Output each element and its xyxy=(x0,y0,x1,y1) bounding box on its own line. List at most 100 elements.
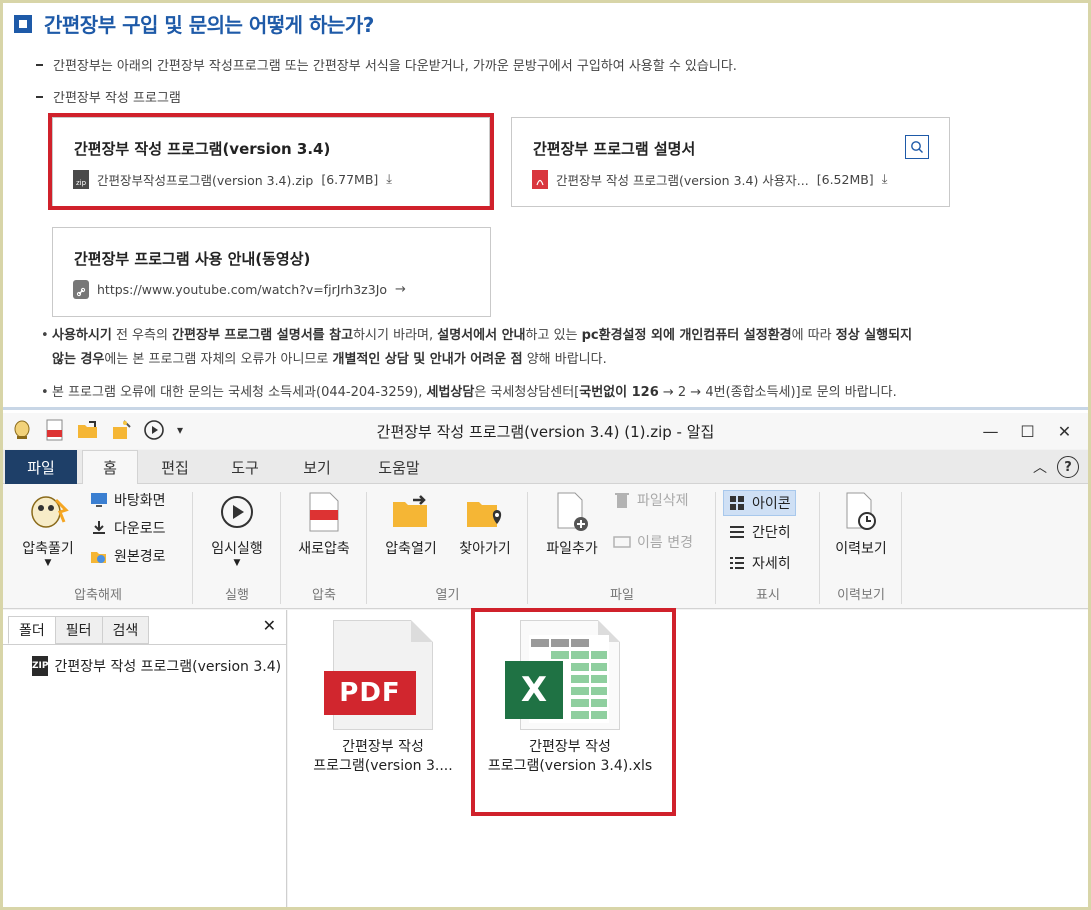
rename-button[interactable]: 이름 변경 xyxy=(613,532,693,552)
maximize-icon[interactable]: ☐ xyxy=(1009,417,1046,445)
tab-file[interactable]: 파일 xyxy=(5,450,77,484)
file-view: PDF 간편장부 작성 프로그램(version 3.... X 간편장부 작성… xyxy=(288,608,1091,910)
pdf-document-icon: PDF xyxy=(324,620,433,730)
tab-home[interactable]: 홈 xyxy=(82,450,138,485)
notice-text: 전 우측의 xyxy=(111,328,173,343)
extract-to-desktop-button[interactable]: 바탕화면 xyxy=(90,490,166,510)
notice-2: • 본 프로그램 오류에 대한 문의는 국세청 소득세과(044-204-325… xyxy=(41,381,1082,405)
extract-icon xyxy=(26,490,70,534)
group-label: 압축해제 xyxy=(74,588,122,603)
group-label: 이력보기 xyxy=(837,588,885,603)
tab-view[interactable]: 보기 xyxy=(292,450,342,484)
collapse-ribbon-icon[interactable]: ︿ xyxy=(1033,457,1047,477)
download-icon[interactable]: ⤓ xyxy=(882,172,888,187)
divider xyxy=(0,644,287,645)
tab-help[interactable]: 도움말 xyxy=(368,450,430,484)
video-link[interactable]: https://www.youtube.com/watch?v=fjrJrh3z… xyxy=(73,280,406,299)
zip-archive-icon: ZIP xyxy=(32,656,49,676)
view-details-label: 자세히 xyxy=(752,556,791,572)
pdf-file-name: 간편장부 작성 프로그램(version 3.4) 사용자... xyxy=(556,173,809,188)
bullet-intro: 간편장부는 아래의 간편장부 작성프로그램 또는 간편장부 서식을 다운받거나,… xyxy=(36,55,737,74)
group-label: 표시 xyxy=(756,588,780,603)
history-icon xyxy=(839,490,883,534)
manual-download-card[interactable]: 간편장부 프로그램 설명서 간편장부 작성 프로그램(version 3.4) … xyxy=(511,117,950,207)
video-url: https://www.youtube.com/watch?v=fjrJrh3z… xyxy=(97,282,388,297)
minimize-icon[interactable]: — xyxy=(972,417,1009,445)
panel-close-icon[interactable]: ✕ xyxy=(263,616,276,635)
notice-text: 개별적인 상담 및 안내가 어려운 점 xyxy=(332,352,523,367)
delete-file-button[interactable]: 파일삭제 xyxy=(613,490,689,510)
divider xyxy=(527,492,528,604)
desktop-label: 바탕화면 xyxy=(114,493,166,509)
arrow-right-icon[interactable]: → xyxy=(395,282,406,297)
file-caption: 간편장부 작성 프로그램(version 3.... xyxy=(298,738,468,776)
close-icon[interactable]: ✕ xyxy=(1046,417,1083,445)
bullet-intro-text: 간편장부는 아래의 간편장부 작성프로그램 또는 간편장부 서식을 다운받거나,… xyxy=(53,59,737,74)
view-icons-button[interactable]: 아이콘 xyxy=(723,490,796,516)
rename-label: 이름 변경 xyxy=(637,535,693,551)
page-title: 간편장부 구입 및 문의는 어떻게 하는가? xyxy=(44,13,374,37)
link-icon xyxy=(73,280,89,299)
temp-run-button[interactable]: 임시실행 ▼ xyxy=(200,490,274,568)
ribbon-right-controls: ︿ ? xyxy=(1033,456,1079,478)
square-bullet-icon xyxy=(14,14,32,33)
divider xyxy=(901,492,902,604)
bullet-dot: • xyxy=(41,328,49,343)
divider xyxy=(819,492,820,604)
play-circle-icon xyxy=(215,490,259,534)
history-button[interactable]: 이력보기 xyxy=(823,490,899,558)
grid-icon xyxy=(728,494,746,512)
notice-text: 하고 있는 xyxy=(525,328,582,343)
folder-pane: 폴더 필터 검색 ✕ ZIP 간편장부 작성 프로그램(version 3.4)… xyxy=(0,610,287,910)
pdf-download-link[interactable]: 간편장부 작성 프로그램(version 3.4) 사용자... [6.52MB… xyxy=(532,170,887,189)
group-display: 아이콘 간단히 자세히 표시 xyxy=(719,490,817,605)
open-archive-button[interactable]: 압축열기 xyxy=(374,490,448,558)
notice-text: 에 따라 xyxy=(791,328,836,343)
panel-tabs: 폴더 필터 검색 xyxy=(8,616,150,644)
notice-text: pc환경설정 외에 개인컴퓨터 설정환경 xyxy=(581,328,792,343)
trash-icon xyxy=(613,491,631,509)
preview-search-icon[interactable] xyxy=(905,135,929,159)
extract-to-downloads-button[interactable]: 다운로드 xyxy=(90,518,166,538)
panel-tab-search[interactable]: 검색 xyxy=(101,616,150,644)
notice-text: 에는 본 프로그램 자체의 오류가 아니므로 xyxy=(104,352,333,367)
panel-tab-folder[interactable]: 폴더 xyxy=(8,616,56,644)
add-file-button[interactable]: 파일추가 xyxy=(533,490,611,558)
divider xyxy=(192,492,193,604)
help-icon[interactable]: ? xyxy=(1057,456,1079,478)
view-icons-label: 아이콘 xyxy=(752,496,791,512)
dash-icon xyxy=(36,95,43,98)
bullet-program: 간편장부 작성 프로그램 xyxy=(36,87,181,106)
alzip-window: ▾ 간편장부 작성 프로그램(version 3.4) (1).zip - 알집… xyxy=(0,413,1091,910)
delete-file-label: 파일삭제 xyxy=(637,493,689,509)
title-bar: ▾ 간편장부 작성 프로그램(version 3.4) (1).zip - 알집… xyxy=(0,413,1091,449)
view-simple-button[interactable]: 간단히 xyxy=(728,522,791,542)
go-to-location-button[interactable]: 찾아가기 xyxy=(448,490,522,558)
file-item-pdf[interactable]: PDF 간편장부 작성 프로그램(version 3.... xyxy=(298,620,468,776)
new-compress-button[interactable]: 새로압축 xyxy=(286,490,362,558)
pdf-badge: PDF xyxy=(324,671,416,715)
video-guide-card[interactable]: 간편장부 프로그램 사용 안내(동영상) https://www.youtube… xyxy=(52,227,491,317)
group-open: 압축열기 찾아가기 열기 xyxy=(370,490,525,605)
panel-tab-filter[interactable]: 필터 xyxy=(54,616,103,644)
dropdown-arrow-icon[interactable]: ▼ xyxy=(45,558,52,568)
download-icon xyxy=(90,519,108,537)
tab-tools[interactable]: 도구 xyxy=(220,450,270,484)
group-label: 압축 xyxy=(312,588,336,603)
tree-item-archive[interactable]: ZIP 간편장부 작성 프로그램(version 3.4).zip xyxy=(26,656,281,676)
window-controls: — ☐ ✕ xyxy=(972,417,1083,445)
notice-text: 사용하시기 xyxy=(52,328,112,343)
view-details-button[interactable]: 자세히 xyxy=(728,553,791,573)
highlight-box xyxy=(471,608,676,816)
card-title: 간편장부 프로그램 사용 안내(동영상) xyxy=(74,250,311,268)
card-title: 간편장부 프로그램 설명서 xyxy=(533,140,696,158)
web-section: 간편장부 구입 및 문의는 어떻게 하는가? 간편장부는 아래의 간편장부 작성… xyxy=(0,0,1091,410)
extract-button[interactable]: 압축풀기 ▼ xyxy=(10,490,86,568)
file-name-line2: 프로그램(version 3.... xyxy=(313,758,453,774)
temp-run-label: 임시실행 xyxy=(211,541,263,557)
new-compress-label: 새로압축 xyxy=(298,541,350,557)
tab-edit[interactable]: 편집 xyxy=(150,450,200,484)
dropdown-arrow-icon[interactable]: ▼ xyxy=(234,558,241,568)
extract-to-source-button[interactable]: 원본경로 xyxy=(90,546,166,566)
notice-1: • 사용하시기 전 우측의 간편장부 프로그램 설명서를 참고하시기 바라며, … xyxy=(41,324,1082,372)
